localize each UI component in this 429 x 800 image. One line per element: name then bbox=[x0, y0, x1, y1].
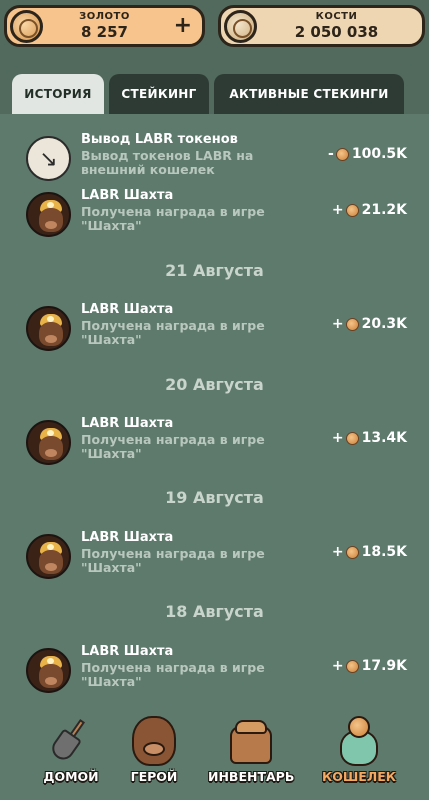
item-amount: + 17.9K bbox=[332, 658, 407, 674]
item-title: LABR Шахта bbox=[81, 644, 174, 659]
item-title: LABR Шахта bbox=[81, 188, 174, 203]
amount-value: 13.4K bbox=[361, 430, 407, 446]
item-amount: + 13.4K bbox=[332, 430, 407, 446]
item-amount: + 18.5K bbox=[332, 544, 407, 560]
history-item[interactable]: LABR Шахта Получена награда в игре "Шахт… bbox=[26, 188, 411, 240]
date-separator: 20 Августа bbox=[165, 375, 264, 394]
amount-value: 17.9K bbox=[361, 658, 407, 674]
nav-home[interactable]: ДОМОЙ bbox=[42, 712, 100, 800]
nav-inventory[interactable]: ИНВЕНТАРЬ bbox=[208, 712, 294, 800]
miner-avatar-icon bbox=[26, 648, 71, 693]
gold-label: ЗОЛОТО bbox=[79, 11, 130, 22]
date-separator: 19 Августа bbox=[165, 488, 264, 507]
amount-value: 21.2K bbox=[361, 202, 407, 218]
bottom-nav: ДОМОЙ ГЕРОЙ ИНВЕНТАРЬ КОШЕЛЕК bbox=[0, 712, 429, 800]
history-item[interactable]: LABR Шахта Получена награда в игре "Шахт… bbox=[26, 302, 411, 354]
item-title: LABR Шахта bbox=[81, 302, 174, 317]
item-title: LABR Шахта bbox=[81, 530, 174, 545]
wallet-tabs: ИСТОРИЯ СТЕЙКИНГ АКТИВНЫЕ СТЕКИНГИ bbox=[12, 74, 417, 114]
coin-icon bbox=[345, 545, 359, 559]
item-description: Вывод токенов LABR на внешний кошелек bbox=[81, 148, 254, 177]
history-item[interactable]: LABR Шахта Получена награда в игре "Шахт… bbox=[26, 530, 411, 582]
gold-balance[interactable]: ЗОЛОТО 8 257 + bbox=[4, 5, 205, 47]
item-amount: - 100.5K bbox=[328, 146, 407, 162]
item-description: Получена награда в игре "Шахта" bbox=[81, 546, 265, 575]
tab-history[interactable]: ИСТОРИЯ bbox=[12, 74, 104, 114]
history-item[interactable]: LABR Шахта Получена награда в игре "Шахт… bbox=[26, 644, 411, 696]
nav-label: ДОМОЙ bbox=[43, 769, 99, 784]
bones-balance: КОСТИ 2 050 038 bbox=[218, 5, 425, 47]
coin-icon bbox=[345, 203, 359, 217]
nav-label: ГЕРОЙ bbox=[130, 769, 178, 784]
amount-sign: + bbox=[331, 202, 344, 218]
add-gold-button[interactable]: + bbox=[174, 15, 192, 37]
item-amount: + 21.2K bbox=[332, 202, 407, 218]
nav-label: КОШЕЛЕК bbox=[322, 769, 396, 784]
withdraw-arrow-icon: ↘ bbox=[26, 136, 71, 181]
miner-avatar-icon bbox=[26, 306, 71, 351]
nav-label: ИНВЕНТАРЬ bbox=[208, 769, 295, 784]
item-title: LABR Шахта bbox=[81, 416, 174, 431]
item-description: Получена награда в игре "Шахта" bbox=[81, 432, 265, 461]
miner-avatar-icon bbox=[26, 192, 71, 237]
coin-icon bbox=[345, 659, 359, 673]
amount-sign: + bbox=[331, 544, 344, 560]
hero-dog-icon bbox=[132, 716, 176, 766]
tab-staking[interactable]: СТЕЙКИНГ bbox=[109, 74, 209, 114]
item-description: Получена награда в игре "Шахта" bbox=[81, 204, 265, 233]
miner-avatar-icon bbox=[26, 420, 71, 465]
item-title: Вывод LABR токенов bbox=[81, 132, 238, 147]
nav-wallet[interactable]: КОШЕЛЕК bbox=[322, 712, 396, 800]
item-description: Получена награда в игре "Шахта" bbox=[81, 318, 265, 347]
tab-active-stakings[interactable]: АКТИВНЫЕ СТЕКИНГИ bbox=[214, 74, 404, 114]
currency-bar: ЗОЛОТО 8 257 + КОСТИ 2 050 038 bbox=[0, 0, 429, 56]
date-separator: 21 Августа bbox=[165, 261, 264, 280]
bones-label: КОСТИ bbox=[315, 11, 358, 22]
nav-hero[interactable]: ГЕРОЙ bbox=[128, 712, 180, 800]
amount-sign: + bbox=[331, 316, 344, 332]
gold-value: 8 257 bbox=[81, 23, 128, 41]
coin-icon bbox=[345, 317, 359, 331]
amount-value: 100.5K bbox=[351, 146, 407, 162]
amount-sign: - bbox=[328, 146, 334, 162]
history-item[interactable]: ↘ Вывод LABR токенов Вывод токенов LABR … bbox=[26, 132, 411, 184]
amount-value: 20.3K bbox=[361, 316, 407, 332]
amount-sign: + bbox=[331, 658, 344, 674]
item-description: Получена награда в игре "Шахта" bbox=[81, 660, 265, 689]
date-separator: 18 Августа bbox=[165, 602, 264, 621]
miner-avatar-icon bbox=[26, 534, 71, 579]
bone-coin-icon bbox=[224, 10, 257, 43]
history-item[interactable]: LABR Шахта Получена награда в игре "Шахт… bbox=[26, 416, 411, 468]
coin-icon bbox=[345, 431, 359, 445]
amount-value: 18.5K bbox=[361, 544, 407, 560]
history-panel: ↘ Вывод LABR токенов Вывод токенов LABR … bbox=[0, 114, 429, 800]
bones-value: 2 050 038 bbox=[294, 23, 379, 41]
coin-icon bbox=[335, 147, 349, 161]
item-amount: + 20.3K bbox=[332, 316, 407, 332]
amount-sign: + bbox=[331, 430, 344, 446]
